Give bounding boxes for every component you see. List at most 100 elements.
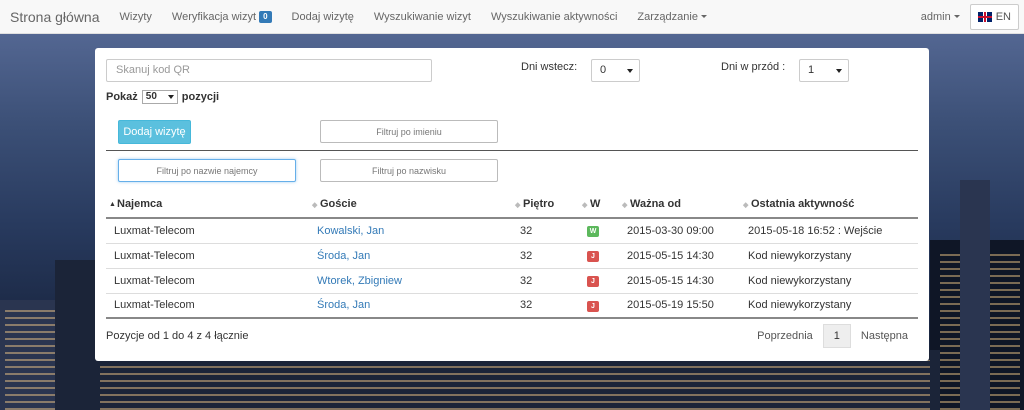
sort-icon: ◆: [515, 202, 521, 209]
cell-last-activity: Kod niewykorzystany: [740, 293, 918, 319]
divider: [106, 150, 918, 151]
status-badge: J: [587, 276, 599, 287]
sort-icon: ◆: [743, 202, 749, 209]
sort-icon: ◆: [622, 202, 628, 209]
cell-valid-from: 2015-03-30 09:00: [619, 218, 740, 244]
cell-floor: 32: [512, 293, 579, 319]
guest-link[interactable]: Środa, Jan: [309, 243, 512, 269]
col-valid-from-label: Ważna od: [630, 198, 681, 210]
dropdown-arrow-icon: [167, 95, 174, 99]
sort-asc-icon: ▲: [109, 201, 116, 208]
nav-visit-verification[interactable]: Weryfikacja wizyt 0: [162, 10, 282, 23]
visits-panel: Skanuj kod QR Dni wstecz: 0 Dni w przód …: [95, 48, 929, 361]
table-row: Luxmat-Telecom Środa, Jan 32 J 2015-05-1…: [106, 293, 918, 319]
language-label: EN: [995, 10, 1011, 23]
user-name: admin: [920, 10, 951, 23]
uk-flag-icon: [977, 11, 992, 22]
cell-w: J: [579, 243, 619, 269]
page-length-select[interactable]: 50: [141, 90, 178, 104]
col-last-activity-label: Ostatnia aktywność: [751, 198, 855, 210]
nav-search-visits-label: Wyszukiwanie wizyt: [373, 10, 471, 23]
days-back-value: 0: [600, 64, 607, 76]
col-header-last-activity[interactable]: ◆ Ostatnia aktywność: [740, 191, 918, 219]
cell-tenant: Luxmat-Telecom: [106, 293, 309, 319]
page-length-value: 50: [145, 91, 157, 102]
show-suffix: pozycji: [181, 91, 220, 103]
qr-code-input[interactable]: Skanuj kod QR: [106, 59, 432, 82]
table-header-row: ▲ Najemca ◆ Goście ◆ Piętro ◆ W ◆ Ważna od ◆ O…: [106, 191, 918, 219]
table-row: Luxmat-Telecom Środa, Jan 32 J 2015-05-1…: [106, 243, 918, 269]
show-label: Pokaż: [106, 91, 138, 103]
guest-link[interactable]: Wtorek, Zbigniew: [309, 268, 512, 294]
cell-floor: 32: [512, 268, 579, 294]
cell-floor: 32: [512, 243, 579, 269]
filter-by-surname-input[interactable]: Filtruj po nazwisku: [320, 159, 498, 182]
guest-link[interactable]: Środa, Jan: [309, 293, 512, 319]
cell-tenant: Luxmat-Telecom: [106, 218, 309, 244]
sort-icon: ◆: [312, 202, 318, 209]
table-row: Luxmat-Telecom Wtorek, Zbigniew 32 J 201…: [106, 268, 918, 294]
cell-valid-from: 2015-05-15 14:30: [619, 268, 740, 294]
cell-last-activity: Kod niewykorzystany: [740, 268, 918, 294]
filter-by-tenant-input[interactable]: Filtruj po nazwie najemcy: [118, 159, 296, 182]
add-visit-button[interactable]: Dodaj wizytę: [118, 120, 191, 144]
page-length-control: Pokaż 50 pozycji: [106, 90, 219, 104]
cell-tenant: Luxmat-Telecom: [106, 243, 309, 269]
cell-last-activity: Kod niewykorzystany: [740, 243, 918, 269]
sort-icon: ◆: [582, 202, 588, 209]
col-floor-label: Piętro: [523, 198, 555, 210]
pagination: Poprzednia 1 Następna: [747, 324, 918, 348]
cell-floor: 32: [512, 218, 579, 244]
col-header-tenant[interactable]: ▲ Najemca: [106, 191, 309, 219]
language-switch-button[interactable]: EN: [969, 3, 1019, 30]
prev-page-button[interactable]: Poprzednia: [747, 324, 823, 348]
cell-w: W: [579, 218, 619, 244]
nav-add-visit[interactable]: Dodaj wizytę: [282, 11, 364, 23]
col-header-guests[interactable]: ◆ Goście: [309, 191, 512, 219]
cell-valid-from: 2015-05-15 14:30: [619, 243, 740, 269]
guest-link[interactable]: Kowalski, Jan: [309, 218, 512, 244]
col-header-w[interactable]: ◆ W: [579, 191, 619, 219]
days-forward-select[interactable]: 1: [799, 59, 849, 82]
table-info: Pozycje od 1 do 4 z 4 łącznie: [106, 330, 249, 342]
nav-add-visit-label: Dodaj wizytę: [291, 10, 354, 23]
col-tenant-label: Najemca: [117, 198, 163, 210]
status-badge: J: [587, 300, 599, 312]
filter-by-name-input[interactable]: Filtruj po imieniu: [320, 120, 498, 143]
nav-visits[interactable]: Wizyty: [110, 11, 162, 23]
days-back-label: Dni wstecz:: [521, 61, 578, 73]
table-row: Luxmat-Telecom Kowalski, Jan 32 W 2015-0…: [106, 218, 918, 244]
dropdown-arrow-icon: [836, 69, 842, 73]
nav-search-activity-label: Wyszukiwanie aktywności: [490, 10, 618, 23]
chevron-down-icon: [953, 15, 960, 18]
cell-tenant: Luxmat-Telecom: [106, 268, 309, 294]
next-page-button[interactable]: Następna: [851, 324, 918, 348]
days-back-select[interactable]: 0: [591, 59, 640, 82]
col-header-valid-from[interactable]: ◆ Ważna od: [619, 191, 740, 219]
status-badge: J: [587, 251, 599, 262]
cell-w: J: [579, 268, 619, 294]
nav-visit-verification-label: Weryfikacja wizyt: [171, 10, 257, 23]
nav-search-activity[interactable]: Wyszukiwanie aktywności: [481, 11, 627, 23]
top-navbar: Strona główna Wizyty Weryfikacja wizyt 0 …: [0, 0, 1024, 34]
verification-count-badge: 0: [259, 10, 272, 23]
col-w-label: W: [590, 198, 601, 210]
status-badge: W: [587, 226, 599, 238]
cell-w: J: [579, 293, 619, 319]
nav-management-label: Zarządzanie: [637, 10, 698, 23]
days-forward-value: 1: [808, 64, 815, 76]
visits-table: ▲ Najemca ◆ Goście ◆ Piętro ◆ W ◆ Ważna od ◆ O…: [106, 191, 918, 319]
user-menu-dropdown[interactable]: admin: [911, 11, 970, 23]
col-guests-label: Goście: [320, 198, 357, 210]
col-header-floor[interactable]: ◆ Piętro: [512, 191, 579, 219]
cell-last-activity: 2015-05-18 16:52 : Wejście: [740, 218, 918, 244]
page-1-button[interactable]: 1: [822, 324, 851, 348]
chevron-down-icon: [700, 15, 707, 18]
nav-search-visits[interactable]: Wyszukiwanie wizyt: [364, 11, 481, 23]
nav-management-dropdown[interactable]: Zarządzanie: [627, 11, 717, 23]
dropdown-arrow-icon: [627, 69, 633, 73]
nav-visits-label: Wizyty: [119, 10, 152, 23]
days-forward-label: Dni w przód :: [721, 61, 786, 73]
brand-home-link[interactable]: Strona główna: [10, 9, 100, 25]
cell-valid-from: 2015-05-19 15:50: [619, 293, 740, 319]
